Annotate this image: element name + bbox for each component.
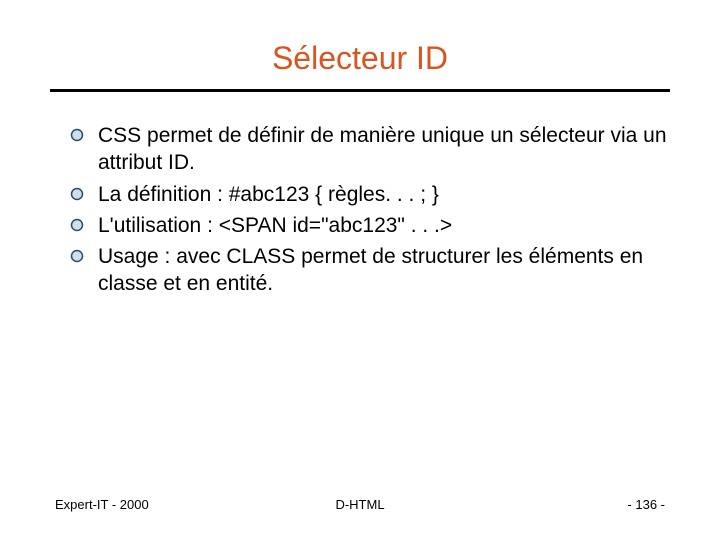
bullet-icon <box>70 128 84 142</box>
bullet-icon <box>70 249 84 263</box>
list-item: Usage : avec CLASS permet de structurer … <box>70 243 670 298</box>
bullet-icon <box>70 218 84 232</box>
list-item-text: Usage : avec CLASS permet de structurer … <box>98 243 670 298</box>
slide: Sélecteur ID CSS permet de définir de ma… <box>0 0 720 540</box>
list-item-text: L'utilisation : <SPAN id="abc123" . . .> <box>98 212 452 239</box>
list-item: L'utilisation : <SPAN id="abc123" . . .> <box>70 212 670 239</box>
footer: Expert-IT - 2000 D-HTML - 136 - <box>0 497 720 512</box>
list-item-text: La définition : #abc123 { règles. . . ; … <box>98 181 439 208</box>
content-area: CSS permet de définir de manière unique … <box>50 122 670 298</box>
footer-right: - 136 - <box>627 497 665 512</box>
title-rule <box>50 89 670 92</box>
footer-left: Expert-IT - 2000 <box>55 497 149 512</box>
bullet-icon <box>70 187 84 201</box>
list-item: La définition : #abc123 { règles. . . ; … <box>70 181 670 208</box>
list-item: CSS permet de définir de manière unique … <box>70 122 670 177</box>
slide-title: Sélecteur ID <box>50 40 670 77</box>
list-item-text: CSS permet de définir de manière unique … <box>98 122 670 177</box>
footer-center: D-HTML <box>335 497 384 512</box>
